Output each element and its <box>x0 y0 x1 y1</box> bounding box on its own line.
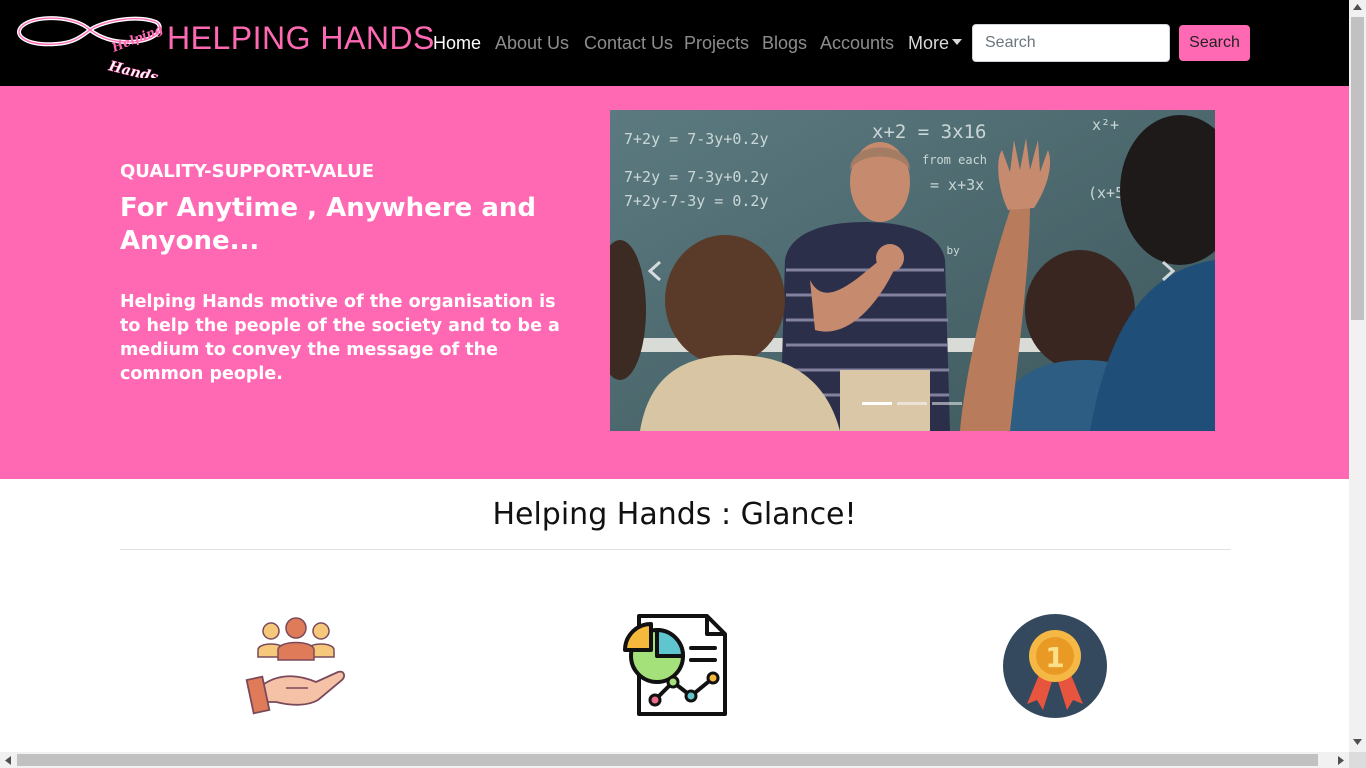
medal-number: 1 <box>1045 641 1064 674</box>
scroll-left-arrow-icon[interactable] <box>5 756 11 765</box>
scrollbar-corner <box>1349 752 1366 768</box>
search-button[interactable]: Search <box>1179 25 1250 61</box>
nav-blogs[interactable]: Blogs <box>762 33 807 54</box>
board-text-4: x+2 = 3x16 <box>872 121 986 143</box>
carousel-next-button[interactable] <box>1150 250 1180 290</box>
board-text-2: 7+2y = 7-3y+0.2y <box>624 168 769 186</box>
glance-heading: Helping Hands : Glance! <box>492 497 857 532</box>
horizontal-scroll-thumb[interactable] <box>17 754 1318 766</box>
scroll-right-arrow-icon[interactable] <box>1338 756 1344 765</box>
hero-description: Helping Hands motive of the organisation… <box>120 292 560 384</box>
hero-title: For Anytime , Anywhere and Anyone... <box>120 193 536 256</box>
board-text-8: x²+ <box>1092 116 1119 134</box>
nav-home[interactable]: Home <box>433 33 481 54</box>
nav-accounts[interactable]: Accounts <box>820 33 894 54</box>
hero-tagline: QUALITY-SUPPORT-VALUE <box>120 161 375 182</box>
search-input[interactable] <box>972 24 1170 62</box>
board-text-1: 7+2y = 7-3y+0.2y <box>624 130 769 148</box>
scroll-down-arrow-icon[interactable] <box>1353 739 1362 745</box>
nav-contact-us[interactable]: Contact Us <box>584 33 673 54</box>
infinity-logo-icon[interactable]: Helping Hands <box>16 12 164 78</box>
logo-text-hands: Hands <box>106 58 160 78</box>
report-chart-icon <box>623 614 727 716</box>
image-carousel[interactable]: 7+2y = 7-3y+0.2y 7+2y = 7-3y+0.2y 7+2y-7… <box>610 110 1215 431</box>
community-hand-icon <box>245 617 345 715</box>
hero-section: QUALITY-SUPPORT-VALUE For Anytime , Anyw… <box>0 86 1349 479</box>
brand-name[interactable]: HELPING HANDS <box>167 20 435 57</box>
board-text-5: from each <box>922 153 987 167</box>
first-place-medal-icon: 1 <box>1003 614 1107 718</box>
caret-down-icon <box>952 39 963 45</box>
carousel-prev-button[interactable] <box>640 250 670 290</box>
logo-text-helping: Helping <box>109 22 164 55</box>
scroll-up-arrow-icon[interactable] <box>1353 4 1362 10</box>
carousel-indicator-1[interactable] <box>862 402 892 405</box>
nav-more-dropdown[interactable]: More <box>908 33 963 54</box>
nav-more-label: More <box>908 33 950 53</box>
classroom-teacher-image: 7+2y = 7-3y+0.2y 7+2y = 7-3y+0.2y 7+2y-7… <box>610 110 1215 431</box>
glance-divider <box>120 549 1231 550</box>
nav-projects[interactable]: Projects <box>684 33 749 54</box>
nav-about-us[interactable]: About Us <box>495 33 569 54</box>
board-text-6: = x+3x <box>930 176 984 194</box>
carousel-indicator-3[interactable] <box>932 402 962 405</box>
board-text-3: 7+2y-7-3y = 0.2y <box>624 192 769 210</box>
carousel-indicator-2[interactable] <box>897 402 927 405</box>
navbar: Helping Hands HELPING HANDS Home About U… <box>0 0 1349 86</box>
vertical-scroll-thumb[interactable] <box>1351 17 1364 320</box>
